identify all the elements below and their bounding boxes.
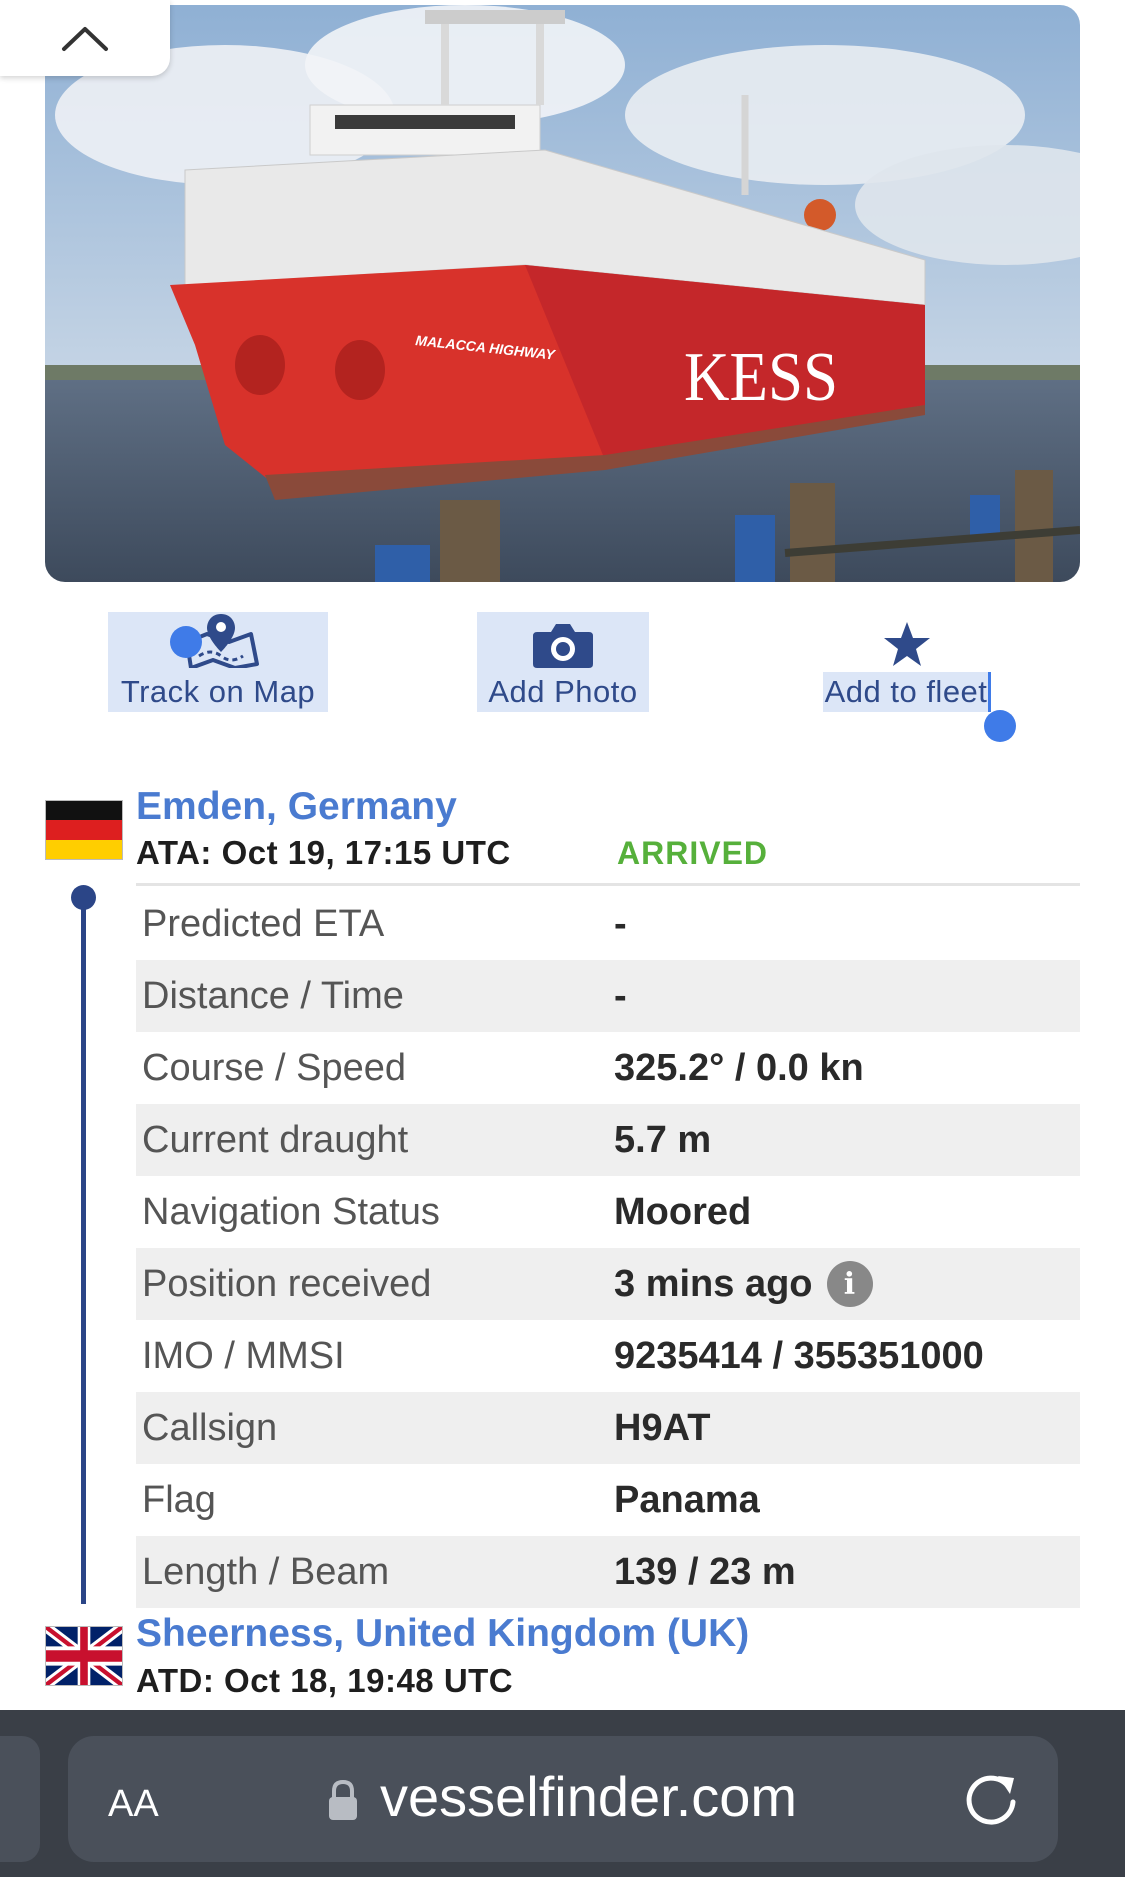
browser-toolbar: AA vesselfinder.com (0, 1710, 1125, 1877)
row-value: Moored (614, 1190, 752, 1233)
row-value: H9AT (614, 1406, 711, 1449)
table-row: Navigation Status Moored (136, 1176, 1080, 1248)
arrival-port-link[interactable]: Emden, Germany (136, 785, 457, 829)
reload-icon[interactable] (958, 1766, 1024, 1832)
row-label: Predicted ETA (142, 902, 385, 945)
table-row: Callsign H9AT (136, 1392, 1080, 1464)
arrival-time: ATA: Oct 19, 17:15 UTC (136, 834, 511, 871)
row-value-group: 3 mins ago i (614, 1261, 873, 1307)
row-value: 3 mins ago (614, 1262, 813, 1305)
previous-tab-peek[interactable] (0, 1736, 40, 1862)
selection-handle-end[interactable] (984, 710, 1016, 742)
table-row: Length / Beam 139 / 23 m (136, 1536, 1080, 1608)
row-value: Panama (614, 1478, 760, 1521)
arrival-status-badge: ARRIVED (617, 835, 769, 871)
table-row: Distance / Time - (136, 960, 1080, 1032)
track-on-map-label: Track on Map (118, 672, 318, 712)
info-icon[interactable]: i (826, 1261, 873, 1307)
row-value: 139 / 23 m (614, 1550, 796, 1593)
table-row: Position received 3 mins ago i (136, 1248, 1080, 1320)
row-label: Flag (142, 1478, 216, 1521)
departure-port-link[interactable]: Sheerness, United Kingdom (UK) (136, 1612, 749, 1656)
text-size-button[interactable]: AA (108, 1770, 159, 1828)
url-text: vesselfinder.com (380, 1765, 798, 1828)
star-icon (884, 622, 930, 666)
germany-flag-icon (45, 800, 123, 860)
hull-brand-text: KESS (684, 339, 838, 416)
row-label: Current draught (142, 1118, 409, 1161)
table-row: Course / Speed 325.2° / 0.0 kn (136, 1032, 1080, 1104)
table-row: IMO / MMSI 9235414 / 355351000 (136, 1320, 1080, 1392)
vessel-details-table: Predicted ETA - Distance / Time - Course… (136, 888, 1080, 1608)
uk-flag-icon (45, 1626, 123, 1686)
row-value: 325.2° / 0.0 kn (614, 1046, 864, 1089)
add-photo-button[interactable]: Add Photo (477, 612, 649, 712)
departure-time: ATD: Oct 18, 19:48 UTC (136, 1662, 514, 1699)
voyage-timeline (81, 896, 86, 1604)
row-value: 5.7 m (614, 1118, 712, 1161)
vessel-photo[interactable]: MALACCA HIGHWAY KESS (45, 5, 1080, 582)
row-label: IMO / MMSI (142, 1334, 345, 1377)
row-value: - (614, 974, 627, 1017)
table-row: Predicted ETA - (136, 888, 1080, 960)
selection-handle-start[interactable] (170, 626, 202, 658)
camera-icon (533, 624, 593, 668)
address-bar[interactable]: AA vesselfinder.com (68, 1736, 1058, 1862)
chevron-up-icon (62, 27, 108, 51)
row-label: Navigation Status (142, 1190, 440, 1233)
add-to-fleet-button[interactable]: Add to fleet (812, 612, 1002, 712)
row-label: Course / Speed (142, 1046, 407, 1089)
track-on-map-button[interactable]: Track on Map (108, 612, 328, 712)
row-label: Length / Beam (142, 1550, 390, 1593)
lock-icon (329, 1779, 357, 1820)
collapse-panel-button[interactable] (0, 0, 170, 76)
action-bar: Track on Map Add Photo Add to fleet (0, 612, 1125, 742)
row-label: Position received (142, 1262, 432, 1305)
row-label: Distance / Time (142, 974, 404, 1017)
timeline-current-dot (71, 885, 96, 910)
row-value: 9235414 / 355351000 (614, 1334, 984, 1377)
table-row: Current draught 5.7 m (136, 1104, 1080, 1176)
row-value: - (614, 902, 627, 945)
text-size-label: AA (108, 1783, 159, 1825)
add-photo-label: Add Photo (486, 672, 640, 712)
table-row: Flag Panama (136, 1464, 1080, 1536)
add-to-fleet-label: Add to fleet (822, 672, 992, 712)
row-label: Callsign (142, 1406, 278, 1449)
divider (136, 883, 1080, 886)
